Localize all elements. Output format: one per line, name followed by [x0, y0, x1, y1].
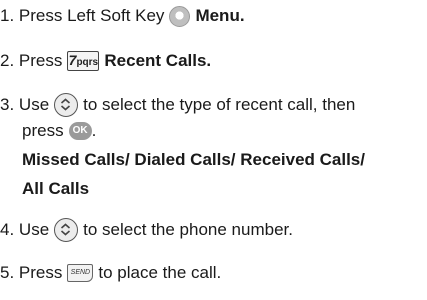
- step-3-text: Use: [18, 95, 50, 114]
- options-list: Missed Calls/ Dialed Calls/ Received Cal…: [22, 150, 365, 169]
- options-all-calls: All Calls: [22, 179, 90, 198]
- step-4: 4. Use to select the phone number.: [0, 218, 293, 242]
- ok-key-label: OK: [72, 125, 88, 136]
- step-4-rest: to select the phone number.: [83, 220, 293, 239]
- step-5-number: 5.: [0, 263, 15, 282]
- step-2-number: 2.: [0, 51, 15, 70]
- navigation-key-icon: [54, 93, 79, 117]
- step-1-text: Press Left Soft Key: [18, 6, 165, 25]
- step-5-rest: to place the call.: [98, 263, 222, 282]
- options-line-1: Missed Calls/ Dialed Calls/ Received Cal…: [22, 149, 365, 171]
- step-5: 5. Press SEND to place the call.: [0, 262, 221, 284]
- step-3: 3. Use to select the type of recent call…: [0, 93, 355, 117]
- left-soft-key-icon: [169, 5, 191, 27]
- seven-key-icon: 7pqrs: [67, 51, 100, 71]
- step-5-text: Press: [18, 263, 63, 282]
- step-1-target: Menu.: [195, 6, 245, 25]
- instruction-page: 1. Press Left Soft Key Menu. 2. Press 7p…: [0, 0, 427, 300]
- navigation-key-icon: [54, 218, 79, 242]
- step-4-number: 4.: [0, 220, 15, 239]
- step-2-text: Press: [18, 51, 63, 70]
- step-3-rest: to select the type of recent call, then: [83, 95, 356, 114]
- step-1: 1. Press Left Soft Key Menu.: [0, 5, 245, 27]
- send-key-label: SEND: [70, 269, 91, 276]
- step-1-number: 1.: [0, 6, 15, 25]
- ok-key-icon: OK: [68, 122, 92, 140]
- step-4-text: Use: [18, 220, 50, 239]
- send-key-icon: SEND: [67, 264, 94, 282]
- step-2-target: Recent Calls.: [104, 51, 212, 70]
- step-3b-period: .: [91, 121, 97, 140]
- step-2: 2. Press 7pqrs Recent Calls.: [0, 50, 211, 72]
- step-3-number: 3.: [0, 95, 15, 114]
- step-3-continued: press OK .: [22, 120, 96, 142]
- options-line-2: All Calls: [22, 178, 89, 200]
- seven-key-letters: pqrs: [76, 57, 99, 68]
- step-3b-text: press: [22, 121, 64, 140]
